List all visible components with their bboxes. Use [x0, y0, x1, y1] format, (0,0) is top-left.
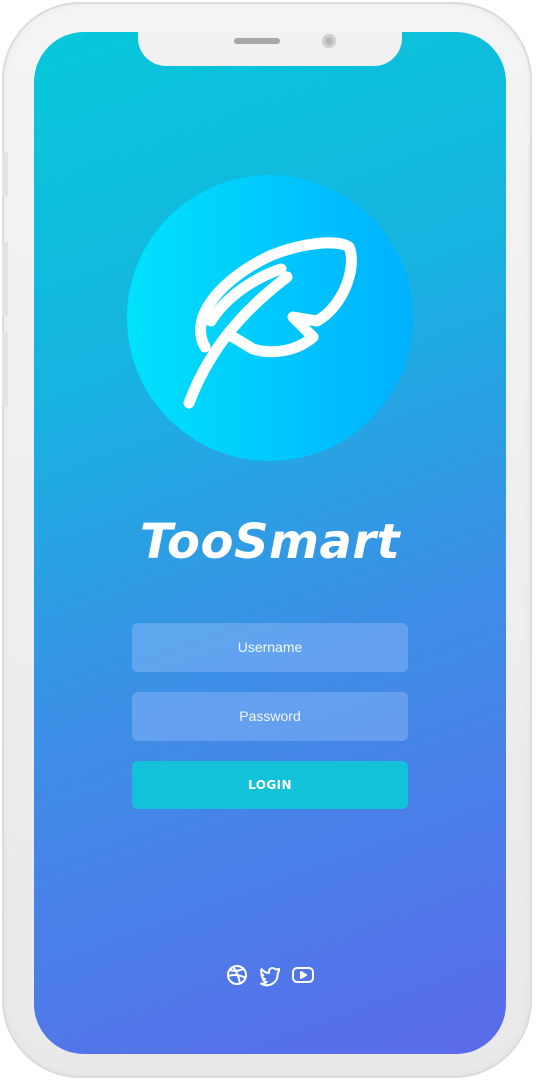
- front-camera: [322, 34, 336, 48]
- youtube-icon[interactable]: [290, 962, 316, 988]
- phone-frame: TooSmart Username Password LOGIN: [2, 2, 532, 1078]
- login-screen: TooSmart Username Password LOGIN: [34, 32, 506, 1054]
- twitter-icon[interactable]: [257, 962, 283, 988]
- phone-side-button: [2, 242, 8, 316]
- login-button[interactable]: LOGIN: [132, 761, 408, 809]
- speaker-grille: [234, 38, 280, 44]
- phone-side-button: [2, 332, 8, 406]
- feather-icon: [183, 237, 357, 409]
- username-field[interactable]: Username: [132, 623, 408, 672]
- phone-side-button: [2, 152, 8, 196]
- dribbble-icon[interactable]: [224, 962, 250, 988]
- social-links: [224, 962, 316, 988]
- password-field[interactable]: Password: [132, 692, 408, 741]
- phone-notch: [138, 32, 402, 66]
- app-title: TooSmart: [139, 514, 401, 570]
- app-logo: [127, 175, 413, 461]
